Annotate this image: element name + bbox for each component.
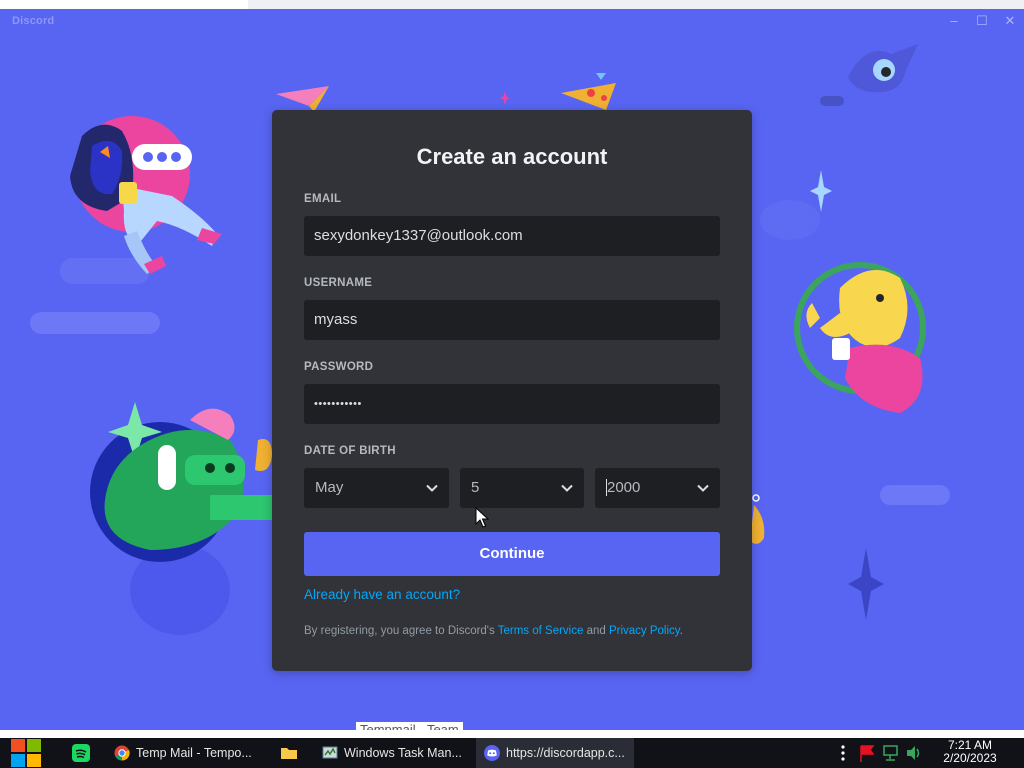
month-select[interactable]: May (304, 468, 449, 508)
cloud-decoration (880, 485, 950, 505)
background-window-text: Tempmail - Team (356, 722, 463, 730)
year-select[interactable]: 2000 (595, 468, 720, 508)
chevron-down-icon (561, 484, 573, 492)
terms-and: and (583, 625, 609, 637)
task-label: https://discordapp.c... (506, 746, 625, 760)
register-card: Create an account EMAIL sexydonkey1337@o… (272, 110, 752, 671)
terms-text: By registering, you agree to Discord's T… (304, 625, 683, 637)
chevron-down-icon (426, 484, 438, 492)
background-window-strip (0, 0, 1024, 9)
email-field[interactable]: sexydonkey1337@outlook.com (304, 216, 720, 256)
username-field[interactable]: myass (304, 300, 720, 340)
background-window-peek (0, 730, 1024, 738)
day-select[interactable]: 5 (460, 468, 584, 508)
terms-suffix: . (679, 625, 683, 637)
pizza-illustration (561, 73, 616, 110)
volume-icon[interactable] (905, 738, 923, 768)
privacy-policy-link[interactable]: Privacy Policy (609, 625, 680, 637)
discord-wordmark: Discord (12, 15, 55, 27)
bird-eye-illustration (848, 44, 918, 93)
title-bar: Discord – ☐ ✕ (0, 9, 1024, 33)
taskbar-item-discord[interactable]: https://discordapp.c... (476, 738, 634, 768)
system-clock[interactable]: 7:21 AM 2/20/2023 (932, 739, 1008, 765)
yellow-character-illustration (794, 262, 926, 413)
continue-button[interactable]: Continue (304, 532, 720, 576)
chrome-icon (114, 745, 130, 761)
password-field[interactable]: ••••••••••• (304, 384, 720, 424)
sparkle-icon (848, 548, 884, 620)
terms-prefix: By registering, you agree to Discord's (304, 625, 498, 637)
green-monster-illustration (90, 402, 275, 562)
chevron-down-icon (697, 484, 709, 492)
mouse-cursor-icon (475, 507, 489, 528)
month-value: May (315, 479, 344, 496)
hooded-character-illustration (70, 116, 222, 274)
username-label: USERNAME (304, 277, 373, 289)
sparkle-icon (810, 170, 832, 212)
discord-icon (484, 745, 500, 761)
clock-date: 2/20/2023 (943, 751, 997, 765)
password-label: PASSWORD (304, 361, 374, 373)
day-value: 5 (471, 479, 480, 496)
login-link[interactable]: Already have an account? (304, 587, 460, 602)
maximize-button[interactable]: ☐ (968, 11, 996, 31)
task-manager-icon (322, 746, 338, 759)
file-explorer-icon[interactable] (278, 742, 300, 764)
page-title: Create an account (416, 144, 608, 169)
spotify-icon[interactable] (70, 742, 92, 764)
windows-start-icon[interactable] (10, 738, 44, 768)
gamepad-icon (820, 96, 844, 106)
close-button[interactable]: ✕ (996, 11, 1024, 31)
terms-of-service-link[interactable]: Terms of Service (498, 625, 584, 637)
taskbar: Temp Mail - Tempo... Windows Task Man...… (0, 738, 1024, 768)
taskbar-item-task-manager[interactable]: Windows Task Man... (314, 738, 474, 768)
task-label: Windows Task Man... (344, 746, 462, 760)
action-center-flag-icon[interactable] (858, 738, 876, 768)
email-label: EMAIL (304, 193, 342, 205)
cloud-decoration (30, 312, 160, 334)
network-icon[interactable] (882, 738, 900, 768)
dob-label: DATE OF BIRTH (304, 445, 396, 457)
sparkle-icon (500, 91, 510, 105)
taskbar-item-temp-mail[interactable]: Temp Mail - Tempo... (106, 738, 266, 768)
discord-window: Discord – ☐ ✕ Create an account EMAIL se… (0, 0, 1024, 730)
minimize-button[interactable]: – (940, 11, 968, 31)
task-label: Temp Mail - Tempo... (136, 746, 252, 760)
year-value: 2000 (606, 479, 641, 496)
tray-overflow-icon[interactable] (836, 738, 850, 768)
